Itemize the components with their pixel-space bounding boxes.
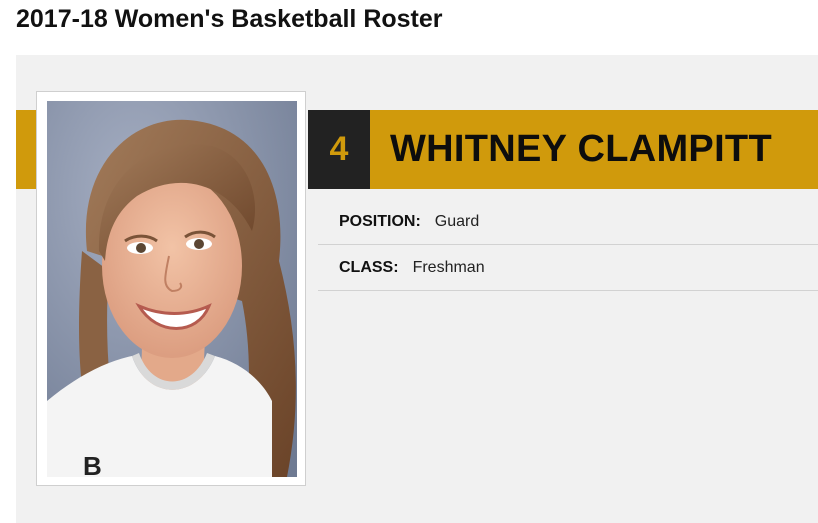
player-card: B 4 WHITNEY CLAMPITT POSITION: Guard CLA… [16, 55, 818, 523]
accent-band [16, 110, 36, 189]
player-name-bar: WHITNEY CLAMPITT [370, 110, 818, 189]
page-title: 2017-18 Women's Basketball Roster [16, 5, 443, 33]
position-value: Guard [434, 212, 480, 230]
player-photo: B [47, 101, 297, 477]
player-name: WHITNEY CLAMPITT [390, 128, 772, 170]
class-value: Freshman [412, 258, 485, 276]
position-label: POSITION: [339, 212, 421, 230]
jersey-letter: B [83, 451, 102, 477]
class-row: CLASS: Freshman [318, 245, 818, 291]
position-row: POSITION: Guard [318, 199, 818, 245]
class-label: CLASS: [339, 258, 399, 276]
jersey-number: 4 [308, 110, 370, 189]
player-photo-frame: B [36, 91, 306, 486]
